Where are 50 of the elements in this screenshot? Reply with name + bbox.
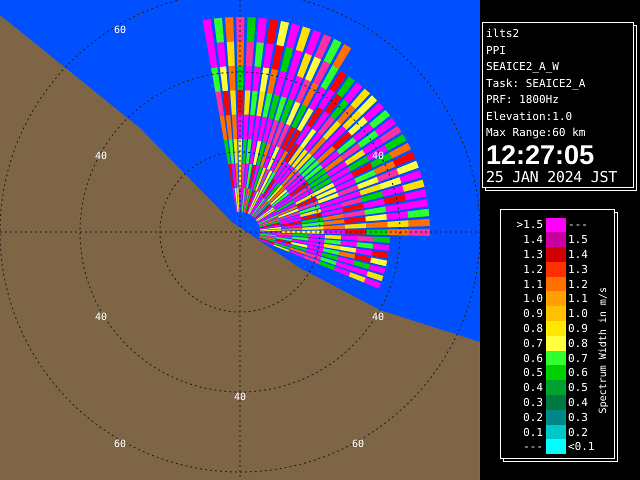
legend-label: 0.1 bbox=[522, 426, 544, 439]
legend-title: Spectrum Width in m/s bbox=[598, 287, 609, 414]
legend-label: 1.1 bbox=[567, 292, 589, 306]
info-line: Task: SEAICE2_A bbox=[486, 76, 586, 92]
legend-label: 1.0 bbox=[567, 307, 589, 320]
info-line: Elevation:1.0 bbox=[486, 108, 574, 124]
range-label: 40 bbox=[234, 392, 246, 403]
legend-label: >1.5 bbox=[516, 218, 544, 232]
info-line: PRF: 1800Hz bbox=[486, 92, 560, 108]
legend-label: 1.2 bbox=[522, 262, 544, 276]
range-label: 40 bbox=[94, 151, 108, 162]
legend-label: 0.7 bbox=[567, 352, 589, 365]
range-label: 60 bbox=[114, 439, 126, 450]
legend-label: 1.0 bbox=[522, 292, 544, 306]
legend-label: 0.8 bbox=[522, 322, 544, 335]
legend-label: 0.5 bbox=[522, 366, 544, 380]
legend-label: 0.3 bbox=[567, 410, 589, 424]
legend-label: 0.6 bbox=[522, 352, 544, 365]
legend-label: 1.3 bbox=[522, 248, 544, 261]
time-text: 12:27:05 bbox=[486, 142, 596, 168]
legend-label: 0.8 bbox=[567, 336, 589, 350]
legend-label: 0.9 bbox=[522, 307, 544, 320]
range-label: 40 bbox=[372, 151, 384, 162]
legend-label: 1.4 bbox=[567, 248, 589, 261]
legend-label: 1.1 bbox=[522, 278, 544, 291]
legend-label: 0.7 bbox=[522, 336, 544, 350]
date-text: 25 JAN 2024 JST bbox=[486, 168, 618, 186]
range-label: 60 bbox=[114, 25, 126, 36]
legend-label: 1.5 bbox=[567, 233, 589, 246]
legend-label: 0.9 bbox=[567, 322, 589, 335]
legend-label: 1.3 bbox=[567, 262, 589, 276]
legend-label: 0.4 bbox=[522, 381, 544, 394]
info-line: Max Range:60 km bbox=[486, 125, 586, 141]
info-line: PPI bbox=[486, 42, 507, 58]
legend-label: 0.6 bbox=[567, 366, 589, 380]
legend-label: 1.4 bbox=[522, 233, 544, 246]
legend-label: 0.2 bbox=[567, 426, 589, 439]
info-line: SEAICE2_A_W bbox=[486, 59, 560, 75]
legend-label: 1.2 bbox=[567, 278, 589, 291]
legend-label: 0.3 bbox=[522, 396, 544, 409]
info-line: ilts2 bbox=[486, 26, 520, 42]
legend-label: --- bbox=[567, 218, 589, 232]
range-label: 60 bbox=[352, 439, 364, 450]
range-label: 40 bbox=[372, 312, 384, 323]
legend-label: 0.4 bbox=[567, 396, 589, 409]
range-label: 40 bbox=[94, 312, 108, 323]
legend-label: --- bbox=[522, 440, 544, 454]
legend-label: 0.5 bbox=[567, 381, 589, 394]
legend-label: <0.1 bbox=[567, 440, 596, 454]
legend-label: 0.2 bbox=[522, 410, 544, 424]
